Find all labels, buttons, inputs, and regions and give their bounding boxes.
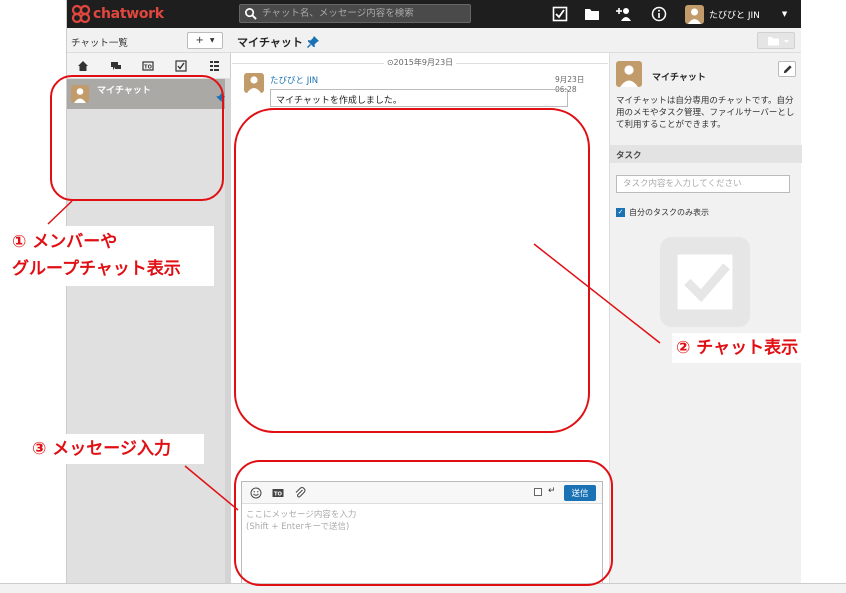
filter-todo[interactable]: TO [132, 55, 165, 77]
home-icon [78, 60, 89, 71]
user-silhouette-icon [620, 65, 638, 87]
avatar [685, 4, 704, 24]
annotation-box-message-input [234, 460, 613, 586]
info-icon[interactable] [651, 6, 667, 22]
date-text: 2015年9月23日 [393, 58, 454, 67]
add-chat-button[interactable]: + ▼ [187, 32, 223, 49]
user-silhouette-icon [247, 76, 261, 93]
todo-icon: TO [142, 60, 155, 71]
add-contact-icon[interactable] [616, 6, 632, 22]
my-tasks-only-toggle[interactable]: ✓ 自分のタスクのみ表示 [616, 207, 709, 218]
room-description: マイチャットは自分専用のチャットです。自分用のメモやタスク管理、ファイルサーバー… [616, 96, 795, 130]
filter-home[interactable] [67, 55, 100, 77]
folder-icon[interactable] [584, 6, 600, 22]
info-title: マイチャット [652, 73, 706, 83]
filter-list[interactable] [197, 55, 230, 77]
annotation-box-chat-view [234, 108, 590, 433]
top-bar: chatwork たびびと JIN ▼ [67, 0, 801, 28]
user-silhouette-icon [688, 8, 701, 24]
search-input[interactable] [262, 8, 462, 19]
task-filter-label: 自分のタスクのみ表示 [629, 208, 709, 217]
user-menu[interactable]: たびびと JIN ▼ [685, 4, 787, 24]
checkbox-checked-icon[interactable]: ✓ [616, 208, 625, 217]
search-box[interactable] [239, 4, 471, 23]
chat-list-title: チャット一覧 [71, 38, 128, 49]
caret-down-icon: ▼ [781, 10, 788, 18]
task-input[interactable] [616, 175, 790, 193]
task-icon[interactable] [552, 6, 568, 22]
user-name: たびびと JIN [709, 10, 760, 21]
avatar[interactable] [244, 73, 264, 93]
task-placeholder-icon [659, 236, 751, 328]
room-info-panel: マイチャット マイチャットは自分専用のチャットです。自分用のメモやタスク管理、フ… [609, 53, 802, 593]
pencil-icon [783, 64, 792, 73]
sub-header: チャット一覧 + ▼ マイチャット [67, 28, 801, 53]
room-title: マイチャット [237, 34, 319, 50]
annotation-one-line2: グループチャット表示 [12, 259, 181, 279]
message-sender[interactable]: たびびと JIN [270, 74, 318, 86]
annotation-one-line1: ① メンバーや [12, 232, 118, 252]
chatwork-logo[interactable]: chatwork [71, 3, 164, 25]
room-title-text: マイチャット [237, 36, 303, 49]
edit-room-button[interactable] [778, 61, 796, 77]
chatwork-logo-icon [71, 4, 91, 24]
message-body: マイチャットを作成しました。 [270, 89, 568, 107]
list-icon [209, 60, 219, 71]
annotation-label-message-input: ③ メッセージ入力 [28, 434, 204, 464]
checkbox-icon [175, 59, 187, 72]
date-label: ⊙2015年9月23日 [383, 58, 457, 67]
folder-icon [768, 37, 789, 46]
filter-checked[interactable] [165, 55, 198, 77]
scrollbar[interactable] [225, 79, 231, 593]
logo-text: chatwork [93, 6, 164, 22]
task-section-header: タスク [610, 145, 802, 163]
chevron-down-icon: ▼ [209, 37, 215, 44]
svg-text:TO: TO [145, 64, 153, 70]
filter-mention[interactable] [100, 55, 133, 77]
annotation-box-member-list [50, 75, 224, 201]
room-folder-button[interactable] [757, 32, 795, 49]
plus-label: + [195, 35, 204, 46]
annotation-label-chat-view: ② チャット表示 [672, 333, 816, 363]
date-divider: ⊙2015年9月23日 [232, 57, 608, 68]
mention-icon [110, 61, 121, 70]
search-icon [245, 8, 257, 20]
annotation-label-member-list: ① メンバーや グループチャット表示 [8, 226, 214, 286]
pin-icon[interactable] [306, 36, 319, 48]
avatar [616, 61, 642, 87]
